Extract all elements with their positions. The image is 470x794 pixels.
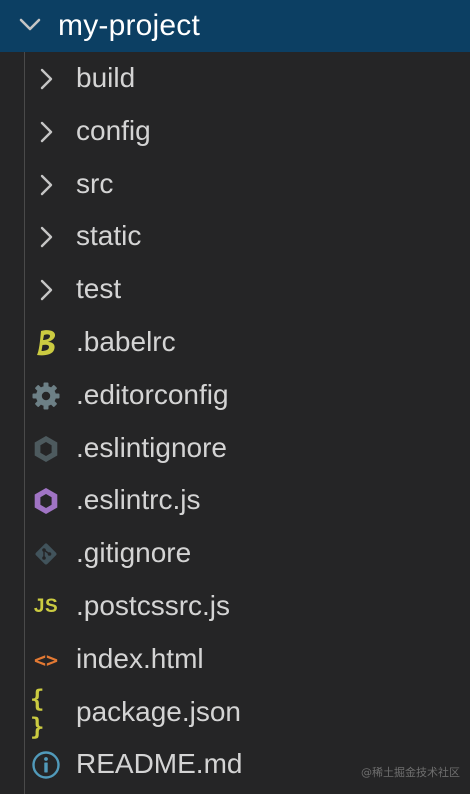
tree-item-gitignore[interactable]: .gitignore — [0, 527, 470, 580]
javascript-icon: JS — [30, 591, 62, 623]
watermark: @稀土掘金技术社区 — [361, 766, 460, 779]
tree-item-build[interactable]: build — [0, 52, 470, 105]
git-icon — [30, 538, 62, 570]
gear-icon — [30, 380, 62, 412]
tree-item-eslintignore[interactable]: .eslintignore — [0, 422, 470, 475]
info-icon — [30, 749, 62, 781]
chevron-right-icon — [34, 116, 58, 148]
chevron-right-icon — [34, 63, 58, 95]
javascript-icon-text: JS — [33, 595, 59, 617]
project-title: my-project — [58, 9, 201, 42]
tree-item-src[interactable]: src — [0, 158, 470, 211]
chevron-right-icon — [34, 274, 58, 306]
json-icon-text: { } — [30, 684, 45, 741]
tree-item-label: static — [76, 220, 142, 252]
eslint-ignore-icon — [30, 433, 62, 465]
tree-item-editorconfig[interactable]: .editorconfig — [0, 369, 470, 422]
tree-item-label: .eslintignore — [76, 431, 227, 463]
tree-item-eslintrc[interactable]: .eslintrc.js — [0, 474, 470, 527]
tree-item-label: .gitignore — [76, 537, 192, 569]
tree-item-babelrc[interactable]: .babelrc — [0, 316, 470, 369]
tree-item-label: .babelrc — [76, 325, 176, 357]
tree-item-postcssrc[interactable]: JS .postcssrc.js — [0, 580, 470, 633]
tree-item-label: .postcssrc.js — [76, 589, 231, 621]
tree-item-label: index.html — [76, 642, 204, 674]
file-tree: build config src static test .babelrc .e… — [0, 52, 470, 791]
tree-item-label: config — [76, 114, 151, 146]
html-icon-text: <> — [33, 647, 59, 672]
tree-item-label: test — [76, 273, 122, 305]
tree-item-test[interactable]: test — [0, 263, 470, 316]
tree-item-label: .editorconfig — [76, 378, 229, 410]
file-explorer: my-project build config src static test … — [0, 0, 470, 794]
tree-item-label: .eslintrc.js — [76, 484, 201, 516]
babel-icon — [30, 327, 62, 359]
tree-item-config[interactable]: config — [0, 105, 470, 158]
chevron-down-icon — [19, 18, 41, 31]
html-icon: <> — [30, 644, 62, 676]
eslint-icon — [30, 485, 62, 517]
tree-item-label: src — [76, 167, 114, 199]
tree-item-label: build — [76, 62, 136, 93]
tree-item-index-html[interactable]: <> index.html — [0, 633, 470, 686]
chevron-right-icon — [34, 221, 58, 253]
tree-item-label: package.json — [76, 695, 242, 727]
tree-item-package-json[interactable]: { } package.json — [0, 685, 470, 741]
project-root-header[interactable]: my-project — [0, 0, 470, 52]
json-icon: { } — [30, 685, 62, 741]
chevron-right-icon — [34, 169, 58, 201]
tree-item-label: README.md — [76, 748, 243, 780]
tree-item-static[interactable]: static — [0, 210, 470, 263]
